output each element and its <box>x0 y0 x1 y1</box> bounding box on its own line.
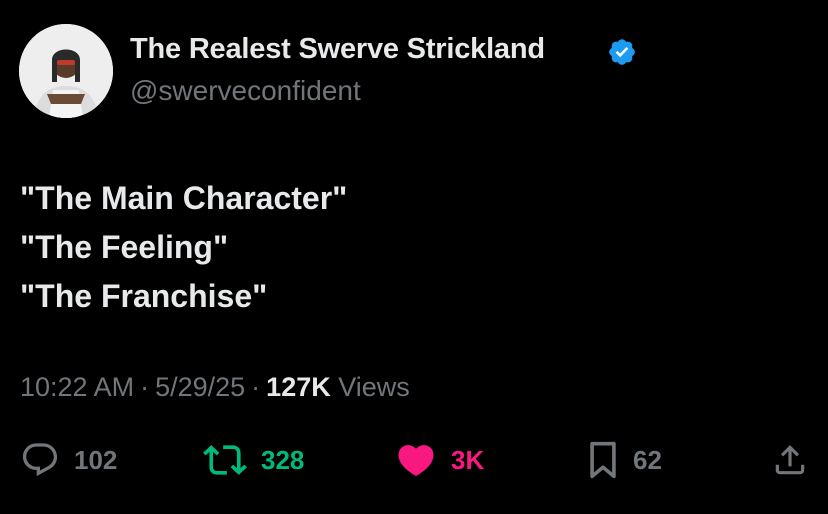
share-button[interactable] <box>771 436 809 484</box>
tweet-line: "The Franchise" <box>20 278 268 314</box>
tweet-text: "The Main Character" "The Feeling" "The … <box>20 174 347 321</box>
bookmark-button[interactable]: 62 <box>587 436 662 484</box>
like-count: 3K <box>451 444 485 475</box>
reply-count: 102 <box>74 444 118 475</box>
verified-badge-icon <box>609 39 635 65</box>
bookmark-icon <box>590 441 616 479</box>
tweet-date[interactable]: 5/29/25 <box>155 372 245 402</box>
views-label: Views <box>338 372 410 402</box>
reply-button[interactable]: 102 <box>20 436 117 484</box>
avatar[interactable] <box>19 24 113 118</box>
tweet-line: "The Feeling" <box>20 229 229 265</box>
separator: · <box>140 372 150 402</box>
action-bar: 102 328 3K 62 <box>0 436 828 484</box>
display-name[interactable]: The Realest Swerve Strickland <box>130 33 545 66</box>
retweet-icon <box>203 445 247 475</box>
like-button[interactable]: 3K <box>395 436 484 484</box>
tweet-time[interactable]: 10:22 AM <box>20 372 134 402</box>
views-count: 127K <box>266 372 331 402</box>
tweet-meta: 10:22 AM · 5/29/25 · 127K Views <box>20 372 410 403</box>
handle[interactable]: @swerveconfident <box>130 75 361 107</box>
retweet-button[interactable]: 328 <box>203 436 304 484</box>
heart-icon <box>398 445 434 477</box>
share-icon <box>775 445 805 475</box>
tweet-line: "The Main Character" <box>20 180 348 216</box>
separator: · <box>251 372 261 402</box>
retweet-count: 328 <box>261 444 305 475</box>
reply-icon <box>22 443 58 477</box>
tweet: The Realest Swerve Strickland @swervecon… <box>0 0 828 514</box>
bookmark-count: 62 <box>633 444 662 475</box>
